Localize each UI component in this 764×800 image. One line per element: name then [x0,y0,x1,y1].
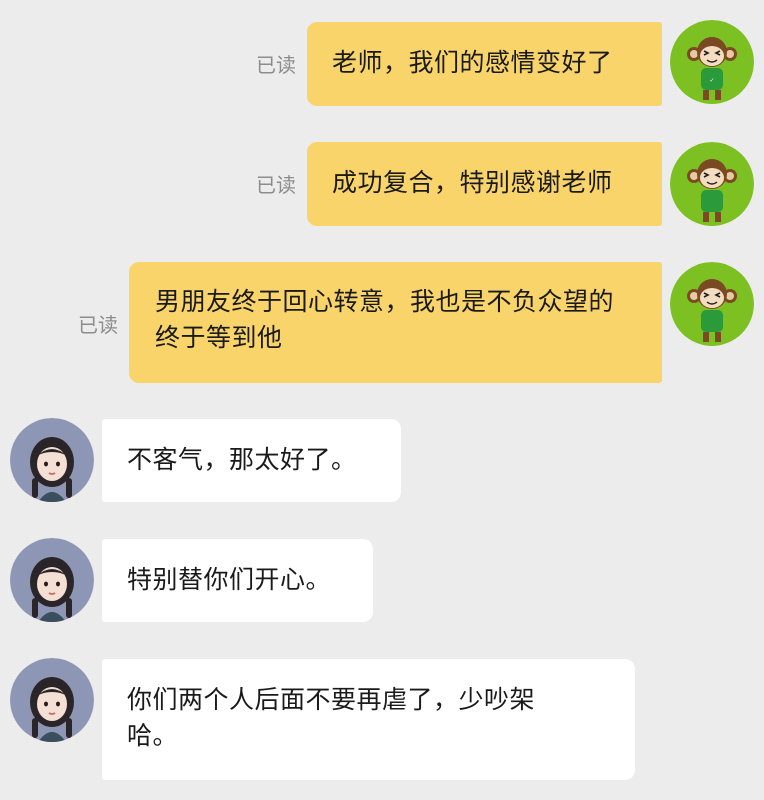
message-bubble-incoming[interactable]: 特别替你们开心。 [102,539,373,622]
svg-text:✓: ✓ [709,77,714,84]
teacher-avatar-icon[interactable] [10,538,94,622]
message-text: 特别替你们开心。 [127,565,332,594]
message-text: 不客气，那太好了。 [127,445,357,474]
message-bubble-outgoing[interactable]: 男朋友终于回心转意，我也是不负众望的终于等到他 [129,262,662,383]
message-text: 男朋友终于回心转意，我也是不负众望的终于等到他 [155,287,615,352]
teacher-avatar-icon[interactable] [10,418,94,502]
read-status: 已读 [256,53,296,77]
monkey-avatar-icon[interactable]: ✓ [670,20,754,104]
teacher-avatar-icon[interactable] [10,658,94,742]
read-status: 已读 [256,173,296,197]
message-text: 老师，我们的感情变好了 [332,48,613,77]
monkey-avatar-icon[interactable] [670,142,754,226]
message-text: 你们两个人后面不要再虐了，少吵架哈。 [127,685,536,750]
message-bubble-outgoing[interactable]: 成功复合，特别感谢老师 [307,142,662,226]
message-bubble-outgoing[interactable]: 老师，我们的感情变好了 [307,22,662,106]
message-bubble-incoming[interactable]: 不客气，那太好了。 [102,419,401,502]
message-bubble-incoming[interactable]: 你们两个人后面不要再虐了，少吵架哈。 [102,659,635,780]
read-status: 已读 [78,313,118,337]
message-text: 成功复合，特别感谢老师 [332,168,613,197]
chat-thread[interactable]: 已读 老师，我们的感情变好了 ✓ 已读 成功复合，特别感谢老师 已读 男朋友终于… [0,0,764,800]
monkey-avatar-icon[interactable] [670,262,754,346]
